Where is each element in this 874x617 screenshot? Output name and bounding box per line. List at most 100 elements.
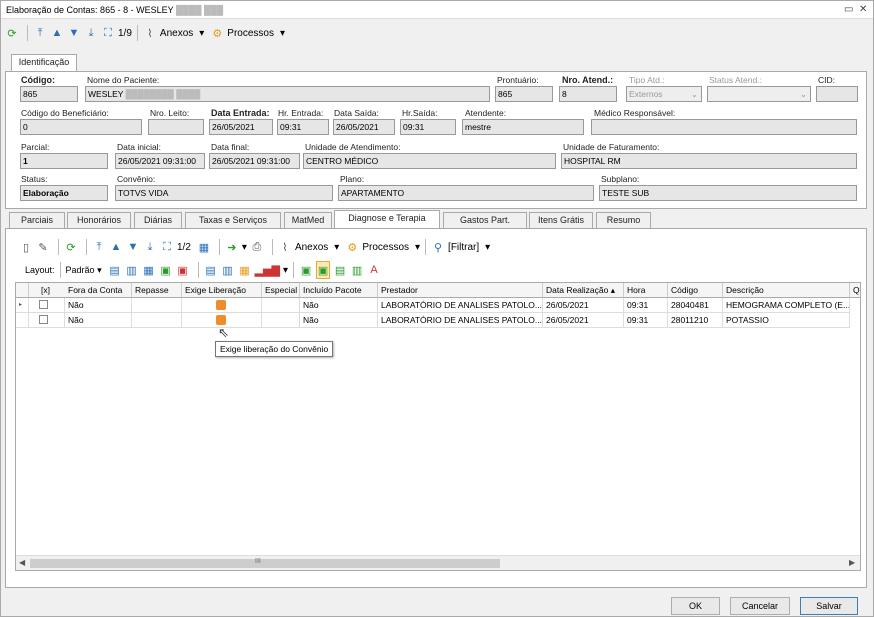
processos-button[interactable]: Processos [362, 242, 409, 253]
first-icon[interactable]: ⤒ [33, 24, 47, 42]
codigo-label: Código: [21, 75, 55, 85]
view-list-icon[interactable]: ▤ [333, 261, 347, 279]
next-icon[interactable]: ▼ [126, 238, 140, 256]
grid-group-icon[interactable]: ▤ [204, 261, 218, 279]
font-icon[interactable]: A [367, 261, 381, 279]
binoculars-icon[interactable]: ⛶ [101, 24, 115, 42]
tab-parciais[interactable]: Parciais [9, 212, 65, 228]
unid-atend-field: CENTRO MÉDICO [303, 153, 556, 169]
tipo-atd-select[interactable]: Externos ⌄ [626, 86, 702, 102]
filtrar-button[interactable]: [Filtrar] [448, 242, 479, 253]
ok-button[interactable]: OK [671, 597, 720, 615]
chevron-down-icon[interactable]: ▾ [415, 242, 420, 253]
flag-icon[interactable] [216, 300, 226, 310]
salvar-button[interactable]: Salvar [800, 597, 858, 615]
chevron-down-icon[interactable]: ▾ [485, 242, 490, 253]
tab-resumo[interactable]: Resumo [596, 212, 651, 228]
tab-honorarios[interactable]: Honorários [67, 212, 131, 228]
status-atend-select[interactable]: ⌄ [707, 86, 811, 102]
column-header[interactable]: Código [668, 283, 723, 298]
chevron-down-icon[interactable]: ▾ [283, 265, 288, 276]
edit-doc-icon[interactable]: ✎ [36, 238, 50, 256]
bar-chart-icon[interactable]: ▂▅▇ [255, 261, 280, 279]
calendar-icon[interactable]: ▦ [197, 238, 211, 256]
row-checkbox[interactable] [29, 298, 65, 313]
excel-icon[interactable]: ▥ [350, 261, 364, 279]
data-saida-field: 26/05/2021 [333, 119, 395, 135]
tab-matmed[interactable]: MatMed [284, 212, 332, 228]
cell-pacote: Não [300, 313, 378, 328]
chevron-down-icon[interactable]: ▾ [334, 242, 339, 253]
new-doc-icon[interactable]: ▯ [19, 238, 33, 256]
column-header[interactable]: Prestador [378, 283, 543, 298]
row-checkbox[interactable] [29, 313, 65, 328]
tab-diarias[interactable]: Diárias [134, 212, 182, 228]
processos-button[interactable]: Processos [227, 28, 274, 39]
grid-save-icon[interactable]: ▥ [125, 261, 139, 279]
chevron-down-icon[interactable]: ▾ [242, 242, 247, 253]
scroll-right-icon[interactable]: ▶ [849, 558, 855, 567]
chevron-down-icon[interactable]: ▾ [199, 28, 204, 39]
data-grid: [x] Fora da Conta Repasse Exige Liberaçã… [15, 282, 861, 571]
refresh-icon[interactable]: ⟳ [64, 238, 78, 256]
separator [86, 239, 87, 255]
anexos-button[interactable]: Anexos [160, 28, 193, 39]
column-header[interactable]: Descrição [723, 283, 850, 298]
grid-expand-icon[interactable]: ▥ [221, 261, 235, 279]
grid-layout-icon[interactable]: ▤ [108, 261, 122, 279]
grid-delete-icon[interactable]: ▣ [176, 261, 190, 279]
column-header[interactable]: Especial [262, 283, 300, 298]
row-selector [16, 313, 29, 328]
column-header[interactable]: Exige Liberação [182, 283, 262, 298]
last-icon[interactable]: ⤓ [84, 24, 98, 42]
anexos-button[interactable]: Anexos [295, 242, 328, 253]
tab-itens-gratis[interactable]: Itens Grátis [529, 212, 593, 228]
last-icon[interactable]: ⤓ [143, 238, 157, 256]
padrao-dropdown[interactable]: Padrão ▾ [66, 265, 102, 276]
data-saida-label: Data Saída: [334, 108, 379, 118]
sort-asc-icon: ▴ [610, 285, 616, 295]
grid-columns-icon[interactable]: ▦ [142, 261, 156, 279]
medico-label: Médico Responsável: [594, 108, 676, 118]
scrollbar-thumb[interactable]: III [30, 558, 500, 568]
column-header[interactable]: Fora da Conta [65, 283, 132, 298]
plano-field: APARTAMENTO [338, 185, 594, 201]
binoculars-icon[interactable]: ⛶ [160, 238, 174, 256]
view-icon[interactable]: ▣ [299, 261, 313, 279]
column-header[interactable]: Repasse [132, 283, 182, 298]
column-header[interactable]: Data Realização ▴ [543, 283, 624, 298]
scroll-left-icon[interactable]: ◀ [19, 558, 25, 567]
flag-icon[interactable] [216, 315, 226, 325]
column-header[interactable]: Incluído Pacote [300, 283, 378, 298]
unid-atend-label: Unidade de Atendimento: [305, 142, 401, 152]
print-icon[interactable]: ⎙ [250, 238, 264, 256]
refresh-icon[interactable]: ⟳ [5, 24, 19, 42]
grid-sum-icon[interactable]: ▦ [238, 261, 252, 279]
cell-repasse [132, 298, 182, 313]
tab-gastos-part[interactable]: Gastos Part. [443, 212, 527, 228]
tab-diagnose-terapia[interactable]: Diagnose e Terapia [334, 210, 440, 228]
horizontal-scrollbar[interactable]: ◀ III ▶ [16, 555, 860, 570]
cid-label: CID: [818, 75, 835, 85]
cancelar-button[interactable]: Cancelar [730, 597, 790, 615]
view-active-icon[interactable]: ▣ [316, 261, 331, 279]
separator [218, 239, 220, 255]
export-icon[interactable]: ➜ [225, 238, 239, 256]
prev-icon[interactable]: ▲ [50, 24, 64, 42]
tipo-atd-label: Tipo Atd.: [629, 75, 665, 85]
column-header[interactable]: Hora [624, 283, 668, 298]
first-icon[interactable]: ⤒ [92, 238, 106, 256]
close-icon[interactable]: ✕ [859, 4, 867, 15]
prev-icon[interactable]: ▲ [109, 238, 123, 256]
next-icon[interactable]: ▼ [67, 24, 81, 42]
restore-icon[interactable]: ▭ [844, 4, 853, 15]
atendente-label: Atendente: [465, 108, 507, 118]
tab-identificacao[interactable]: Identificação [11, 54, 77, 72]
column-header[interactable]: Q [850, 283, 860, 298]
cell-data: 26/05/2021 [543, 298, 624, 313]
cid-field[interactable] [816, 86, 858, 102]
tab-taxas-servicos[interactable]: Taxas e Serviços [185, 212, 281, 228]
chevron-down-icon[interactable]: ▾ [280, 28, 285, 39]
paperclip-icon: ⌇ [282, 241, 288, 254]
grid-add-icon[interactable]: ▣ [159, 261, 173, 279]
